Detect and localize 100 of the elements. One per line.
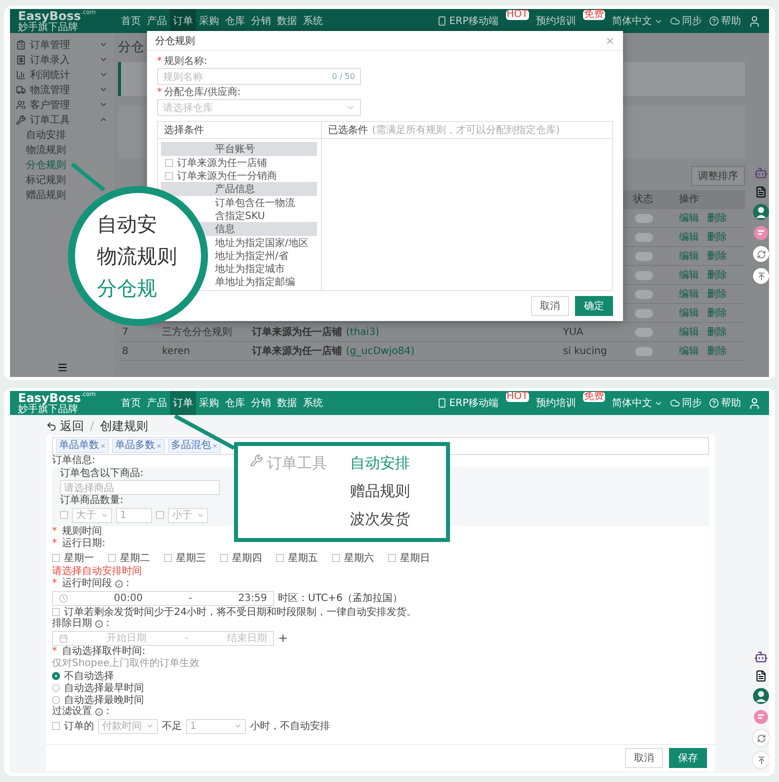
- select-field[interactable]: 大于: [72, 508, 112, 522]
- checkbox[interactable]: [165, 158, 173, 166]
- condition-option[interactable]: 地址为指定国家/地区: [215, 236, 308, 249]
- day-checkbox[interactable]: 星期日: [388, 552, 430, 564]
- radio-option[interactable]: 自动选择最晚时间: [52, 694, 144, 706]
- save-button[interactable]: 保存: [669, 748, 707, 768]
- remove-icon[interactable]: [156, 443, 162, 449]
- select-field[interactable]: 小于: [168, 508, 208, 522]
- header-link[interactable]: ERP移动端: [437, 14, 498, 28]
- checkbox[interactable]: [52, 554, 60, 562]
- status-toggle[interactable]: [635, 328, 653, 336]
- add-button[interactable]: +: [278, 631, 288, 645]
- menu-icon[interactable]: [56, 362, 68, 373]
- checkbox[interactable]: [52, 722, 60, 730]
- document-icon[interactable]: [755, 186, 767, 198]
- radio[interactable]: [52, 684, 60, 692]
- chat-badge-icon[interactable]: [754, 710, 768, 724]
- status-toggle[interactable]: [635, 270, 653, 280]
- radio[interactable]: [52, 696, 60, 704]
- sidebar-subitem[interactable]: 物流规则: [26, 142, 66, 157]
- header-link[interactable]: ERP移动端: [437, 396, 498, 410]
- avatar-icon[interactable]: [753, 688, 769, 704]
- sort-button[interactable]: 调整排序: [691, 166, 745, 186]
- select-field[interactable]: 1: [186, 718, 246, 734]
- status-toggle[interactable]: [635, 232, 653, 242]
- nav-tab[interactable]: 产品: [144, 391, 170, 415]
- sidebar-subitem[interactable]: 自动安排: [26, 127, 66, 142]
- action-link[interactable]: 删除: [707, 344, 727, 358]
- action-link[interactable]: 删除: [707, 211, 727, 225]
- avatar-icon[interactable]: [753, 204, 769, 220]
- header-link[interactable]: 简体中文: [612, 14, 663, 28]
- input-field[interactable]: 规则名称 0 / 50: [157, 68, 361, 85]
- urgent-checkbox[interactable]: 订单若剩余发货时间少于24小时，将不受日期和时段限制，一律自动安排发货。: [52, 606, 417, 618]
- chat-badge-icon[interactable]: [754, 226, 768, 240]
- select-field[interactable]: 请选择商品: [60, 480, 220, 495]
- checkbox[interactable]: [156, 511, 164, 519]
- remove-icon[interactable]: [212, 443, 218, 449]
- checkbox[interactable]: [276, 554, 284, 562]
- nav-tab[interactable]: 分销: [248, 9, 274, 33]
- action-link[interactable]: 编辑: [679, 249, 699, 263]
- sidebar-item[interactable]: 订单工具: [10, 112, 114, 127]
- status-toggle[interactable]: [635, 308, 653, 318]
- cancel-button[interactable]: 取消: [625, 748, 663, 768]
- day-checkbox[interactable]: 星期一: [52, 552, 94, 564]
- radio[interactable]: [52, 672, 60, 680]
- day-checkbox[interactable]: 星期二: [108, 552, 150, 564]
- nav-tab[interactable]: 数据: [274, 9, 300, 33]
- sidebar-item[interactable]: 客户管理: [10, 97, 114, 112]
- sidebar-item[interactable]: 订单管理: [10, 37, 114, 52]
- sidebar-item[interactable]: 订单录入: [10, 52, 114, 67]
- sidebar-subitem[interactable]: 分仓规则: [26, 157, 66, 172]
- radio-option[interactable]: 自动选择最早时间: [52, 682, 144, 694]
- sidebar-item[interactable]: 物流管理: [10, 82, 114, 97]
- status-toggle[interactable]: [635, 252, 653, 260]
- header-link[interactable]: 预约培训: [536, 14, 576, 28]
- document-icon[interactable]: [755, 670, 767, 682]
- sidebar-subitem[interactable]: 标记规则: [26, 172, 66, 187]
- action-link[interactable]: 编辑: [679, 211, 699, 225]
- nav-tab[interactable]: 首页: [118, 391, 144, 415]
- time-range-field[interactable]: 00:00 - 23:59: [52, 590, 274, 606]
- day-checkbox[interactable]: 星期六: [332, 552, 374, 564]
- back-link[interactable]: 返回: [46, 418, 84, 434]
- checkbox[interactable]: [220, 554, 228, 562]
- action-link[interactable]: 删除: [707, 230, 727, 244]
- condition-option[interactable]: 订单包含任一物流: [215, 196, 295, 209]
- sidebar-item[interactable]: 利润统计: [10, 67, 114, 82]
- checkbox[interactable]: [164, 554, 172, 562]
- checkbox[interactable]: [332, 554, 340, 562]
- condition-option[interactable]: 单地址为指定邮编: [215, 275, 295, 288]
- robot-icon[interactable]: [754, 650, 768, 664]
- day-checkbox[interactable]: 星期五: [276, 552, 318, 564]
- user-icon[interactable]: [748, 14, 761, 28]
- action-link[interactable]: 删除: [707, 325, 727, 339]
- close-icon[interactable]: [605, 36, 615, 46]
- status-toggle[interactable]: [635, 290, 653, 298]
- header-link[interactable]: 简体中文: [612, 396, 663, 410]
- sidebar-subitem[interactable]: 赠品规则: [26, 187, 66, 202]
- nav-tab[interactable]: 采购: [196, 391, 222, 415]
- header-link[interactable]: 同步: [670, 396, 702, 410]
- header-link[interactable]: 预约培训: [536, 396, 576, 410]
- radio-option[interactable]: 不自动选择: [52, 670, 114, 682]
- header-link[interactable]: 帮助: [709, 14, 741, 28]
- condition-option[interactable]: 订单来源为任一分销商: [161, 169, 317, 182]
- action-link[interactable]: 删除: [707, 249, 727, 263]
- checkbox[interactable]: [388, 554, 396, 562]
- action-link[interactable]: 删除: [707, 287, 727, 301]
- user-icon[interactable]: [748, 396, 761, 410]
- nav-tab[interactable]: 仓库: [222, 9, 248, 33]
- cancel-button[interactable]: 取消: [531, 296, 569, 316]
- nav-tab[interactable]: 订单: [170, 9, 196, 33]
- action-link[interactable]: 编辑: [679, 287, 699, 301]
- day-checkbox[interactable]: 星期四: [220, 552, 262, 564]
- nav-tab[interactable]: 系统: [300, 391, 326, 415]
- nav-tab[interactable]: 系统: [300, 9, 326, 33]
- nav-tab[interactable]: 分销: [248, 391, 274, 415]
- remove-icon[interactable]: [100, 443, 106, 449]
- nav-tab[interactable]: 订单: [170, 391, 196, 415]
- status-toggle[interactable]: [635, 214, 653, 222]
- action-link[interactable]: 编辑: [679, 230, 699, 244]
- nav-tab[interactable]: 数据: [274, 391, 300, 415]
